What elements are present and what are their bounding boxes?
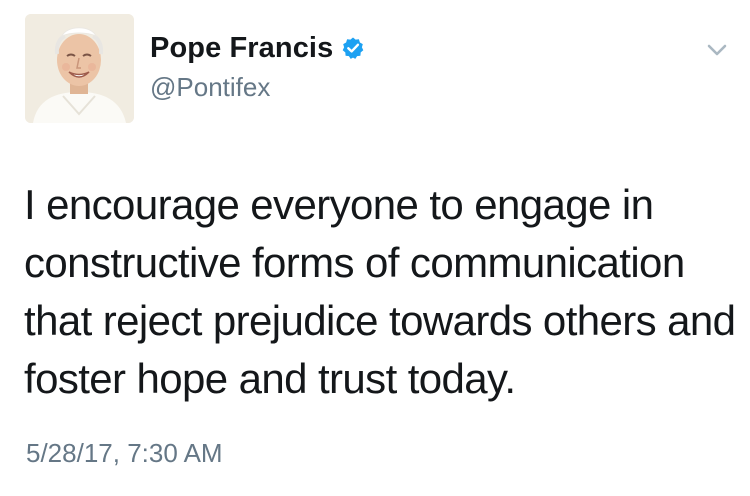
author-name-row[interactable]: Pope Francis bbox=[150, 30, 365, 66]
chevron-down-icon[interactable] bbox=[704, 40, 730, 60]
avatar-portrait-icon bbox=[25, 14, 134, 123]
author-avatar[interactable] bbox=[25, 14, 134, 123]
tweet-card: Pope Francis @Pontifex I encourage every… bbox=[0, 0, 750, 496]
verified-badge-icon bbox=[341, 36, 365, 60]
tweet-text: I encourage everyone to engage in constr… bbox=[24, 181, 736, 402]
author-display-name[interactable]: Pope Francis bbox=[150, 32, 333, 65]
tweet-timestamp[interactable]: 5/28/17, 7:30 AM bbox=[26, 438, 223, 469]
author-handle[interactable]: @Pontifex bbox=[150, 72, 270, 103]
